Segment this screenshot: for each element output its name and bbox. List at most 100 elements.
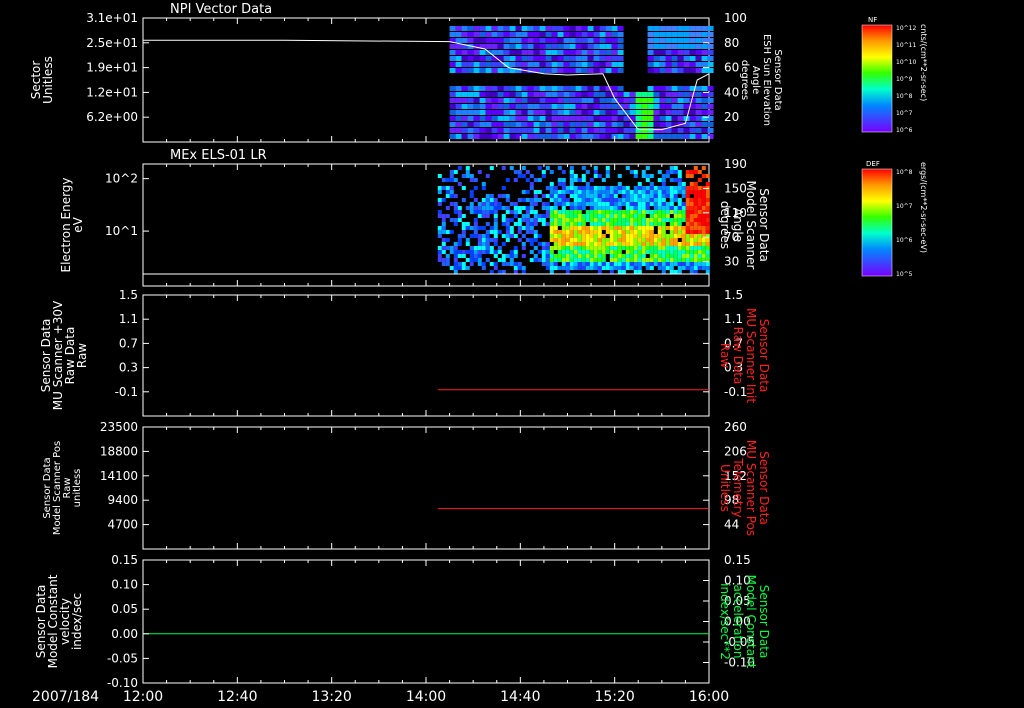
heatmap-cell	[633, 262, 638, 266]
heatmap-cell	[661, 210, 666, 214]
heatmap-cell	[645, 178, 650, 182]
heatmap-cell	[605, 50, 612, 55]
heatmap-cell	[449, 202, 454, 206]
heatmap-cell	[653, 262, 658, 266]
heatmap-cell	[469, 258, 474, 262]
heatmap-cell	[633, 190, 638, 194]
heatmap-cell	[601, 178, 606, 182]
heatmap-cell	[589, 194, 594, 198]
heatmap-cell	[657, 250, 662, 254]
heatmap-cell	[449, 266, 454, 270]
heatmap-cell	[637, 214, 642, 218]
heatmap-cell	[441, 230, 446, 234]
heatmap-cell	[693, 238, 698, 242]
heatmap-cell	[577, 222, 582, 226]
heatmap-cell	[633, 270, 638, 274]
heatmap-cell	[597, 222, 602, 226]
heatmap-cell	[701, 50, 708, 55]
heatmap-cell	[553, 202, 558, 206]
heatmap-cell	[677, 206, 682, 210]
heatmap-cell	[505, 206, 510, 210]
heatmap-cell	[553, 230, 558, 234]
heatmap-cell	[605, 44, 612, 49]
heatmap-cell	[677, 190, 682, 194]
heatmap-cell	[685, 266, 690, 270]
heatmap-cell	[601, 238, 606, 242]
heatmap-cell	[569, 254, 574, 258]
heatmap-cell	[695, 128, 702, 133]
heatmap-cell	[485, 92, 492, 97]
heatmap-cell	[561, 186, 566, 190]
heatmap-cell	[521, 198, 526, 202]
heatmap-cell	[477, 246, 482, 250]
heatmap-cell	[669, 258, 674, 262]
heatmap-cell	[527, 62, 534, 67]
heatmap-cell	[599, 56, 606, 61]
heatmap-cell	[629, 134, 636, 139]
heatmap-cell	[677, 86, 684, 91]
heatmap-cell	[473, 230, 478, 234]
heatmap-cell	[467, 56, 474, 61]
heatmap-cell	[505, 194, 510, 198]
heatmap-cell	[641, 226, 646, 230]
heatmap-cell	[533, 104, 540, 109]
heatmap-cell	[469, 250, 474, 254]
right-tick-label: 80	[724, 36, 739, 50]
heatmap-cell	[707, 104, 714, 109]
heatmap-cell	[581, 122, 588, 127]
heatmap-cell	[617, 222, 622, 226]
heatmap-cell	[685, 258, 690, 262]
heatmap-cell	[509, 226, 514, 230]
panel-3-frame	[142, 294, 710, 417]
heatmap-cell	[491, 86, 498, 91]
heatmap-cell	[509, 258, 514, 262]
heatmap-cell	[529, 202, 534, 206]
heatmap-cell	[561, 202, 566, 206]
heatmap-cell	[653, 56, 660, 61]
heatmap-cell	[539, 110, 546, 115]
heatmap-cell	[685, 262, 690, 266]
heatmap-cell	[481, 186, 486, 190]
heatmap-cell	[693, 214, 698, 218]
heatmap-cell	[479, 128, 486, 133]
heatmap-cell	[669, 198, 674, 202]
heatmap-cell	[635, 98, 642, 103]
heatmap-cell	[529, 230, 534, 234]
colorbar-nf-ticks: 10^1210^1110^1010^910^810^710^6	[896, 25, 916, 134]
heatmap-cell	[657, 242, 662, 246]
heatmap-cell	[689, 128, 696, 133]
heatmap-cell	[569, 98, 576, 103]
heatmap-cell	[605, 210, 610, 214]
heatmap-cell	[553, 258, 558, 262]
heatmap-cell	[561, 194, 566, 198]
heatmap-cell	[565, 246, 570, 250]
heatmap-cell	[457, 234, 462, 238]
heatmap-cell	[461, 234, 466, 238]
heatmap-cell	[685, 206, 690, 210]
heatmap-cell	[581, 266, 586, 270]
heatmap-cell	[493, 214, 498, 218]
heatmap-cell	[549, 182, 554, 186]
heatmap-cell	[497, 194, 502, 198]
heatmap-cell	[493, 262, 498, 266]
heatmap-cell	[491, 68, 498, 73]
heatmap-cell	[557, 86, 564, 91]
heatmap-cell	[645, 242, 650, 246]
heatmap-cell	[557, 258, 562, 262]
heatmap-cell	[605, 38, 612, 43]
heatmap-cell	[549, 170, 554, 174]
heatmap-cell	[589, 198, 594, 202]
heatmap-cell	[705, 250, 710, 254]
heatmap-cell	[605, 222, 610, 226]
right-tick-label: 100	[724, 11, 747, 25]
heatmap-cell	[501, 242, 506, 246]
heatmap-cell	[669, 230, 674, 234]
colorbar-tick: 10^12	[896, 25, 916, 32]
heatmap-cell	[695, 50, 702, 55]
heatmap-cell	[641, 206, 646, 210]
heatmap-cell	[629, 198, 634, 202]
heatmap-cell	[565, 198, 570, 202]
right-tick-label: 150	[724, 181, 747, 195]
heatmap-cell	[601, 206, 606, 210]
heatmap-cell	[553, 190, 558, 194]
